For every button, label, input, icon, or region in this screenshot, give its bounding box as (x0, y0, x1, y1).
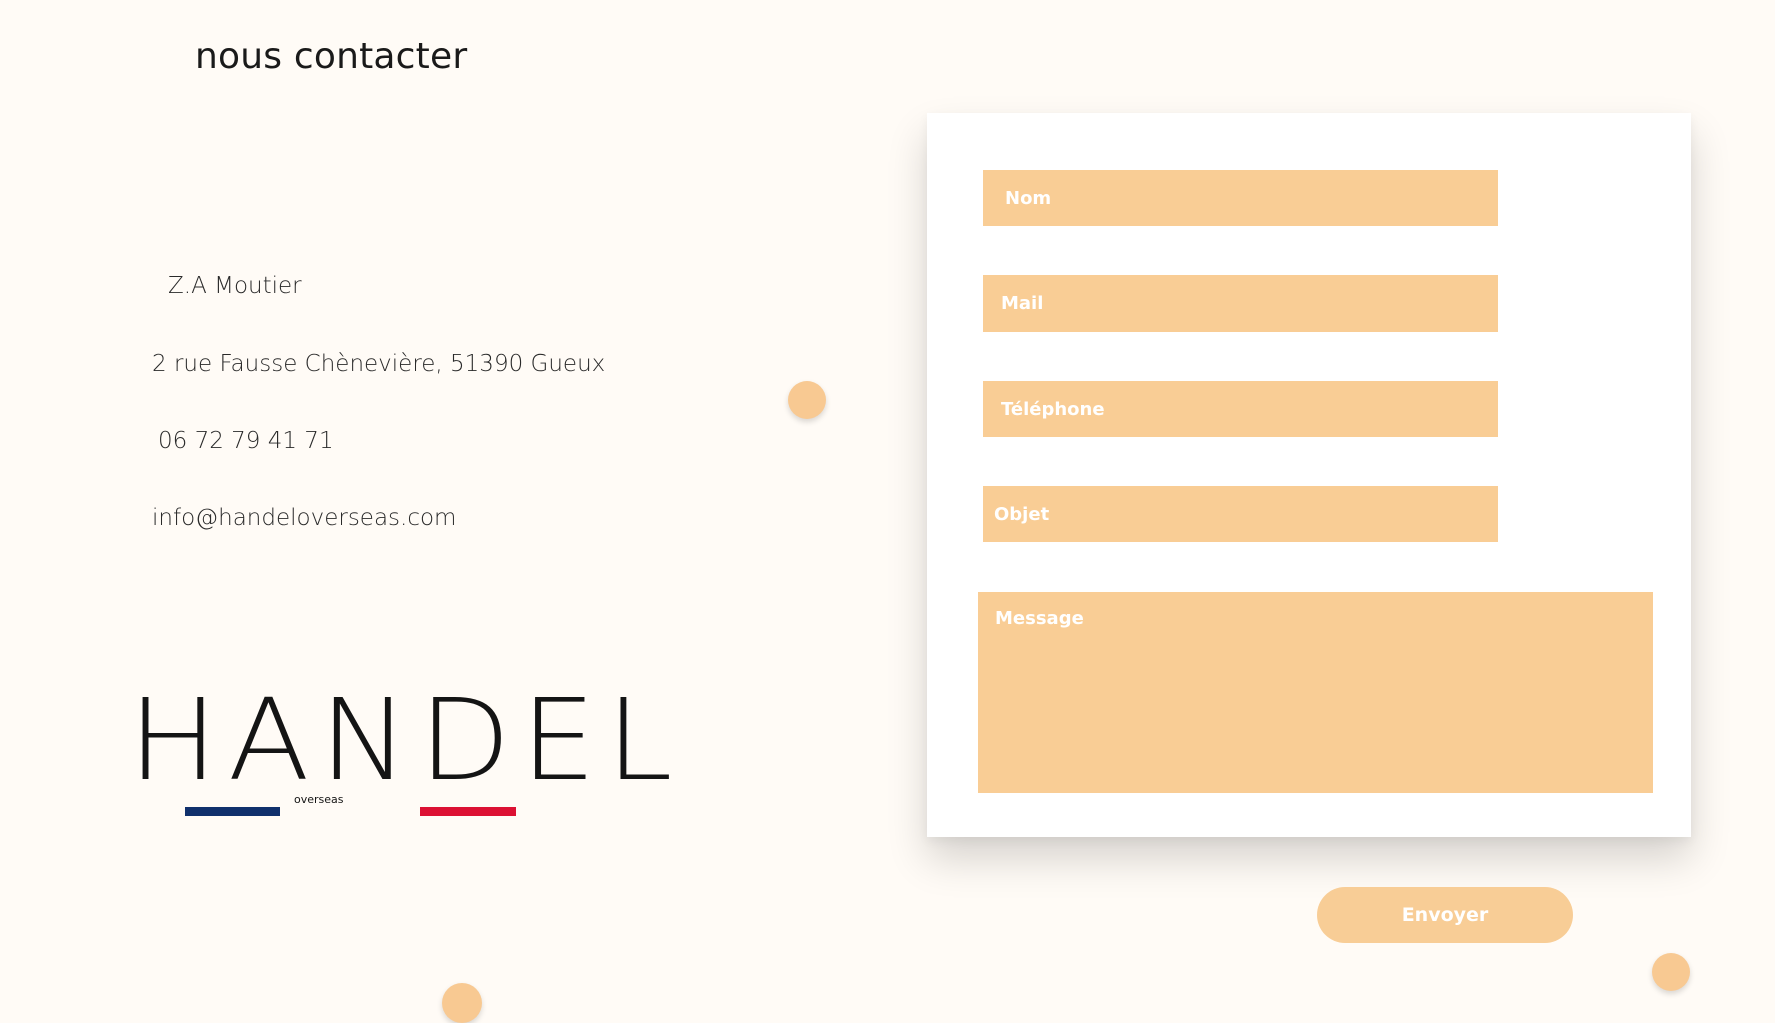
contact-form-card (927, 113, 1691, 837)
mail-input[interactable] (983, 275, 1498, 332)
phone-input[interactable] (983, 381, 1498, 437)
logo-subtitle: overseas (294, 793, 344, 806)
address-line-2: 2 rue Fausse Chènevière, 51390 Gueux (152, 351, 606, 377)
send-button[interactable]: Envoyer (1317, 887, 1573, 943)
phone-number: 06 72 79 41 71 (158, 428, 334, 454)
decorative-dot (442, 983, 482, 1023)
email-address: info@handeloverseas.com (152, 505, 457, 531)
name-input[interactable] (983, 170, 1498, 226)
page-title: nous contacter (195, 36, 468, 77)
logo-wordmark: HANDEL (128, 676, 683, 806)
subject-input[interactable] (983, 486, 1498, 542)
decorative-dot (1652, 953, 1690, 991)
address-line-1: Z.A Moutier (168, 273, 302, 299)
decorative-dot (788, 381, 826, 419)
logo-blue-stripe (185, 807, 280, 816)
message-textarea[interactable] (978, 592, 1653, 793)
logo-red-stripe (420, 807, 516, 816)
handel-logo: HANDEL overseas (128, 685, 673, 820)
